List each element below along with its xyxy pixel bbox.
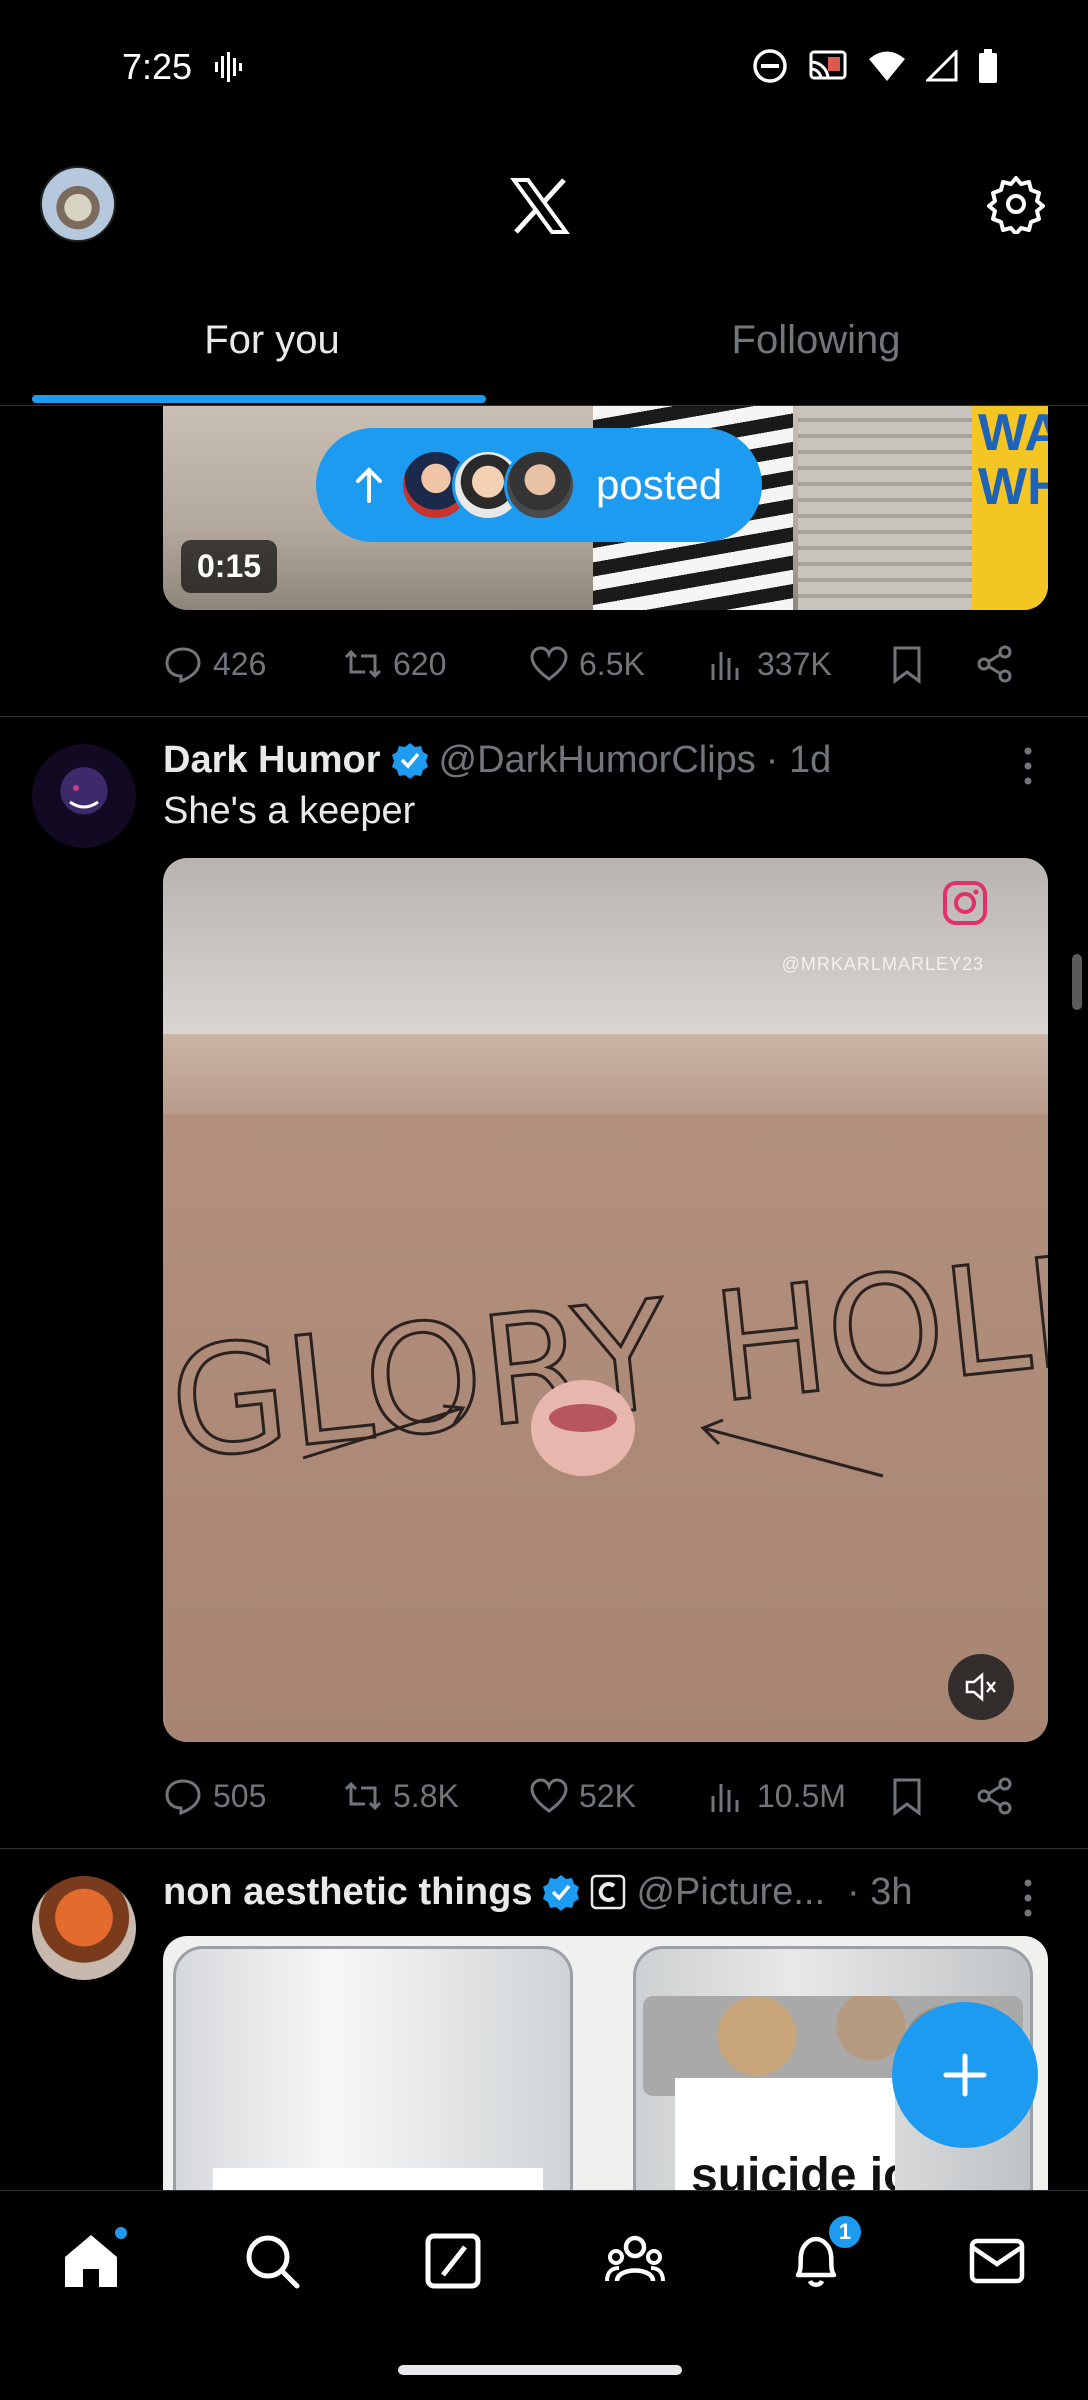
communities-icon xyxy=(604,2235,665,2282)
author-avatar[interactable] xyxy=(32,744,136,848)
repost-button[interactable]: 5.8K xyxy=(343,1776,529,1816)
views-chart-icon xyxy=(711,652,739,680)
timeline-feed[interactable]: WA WH 0:15 posted 426 620 6.5K 337K Dark… xyxy=(0,406,1088,2190)
more-options-icon[interactable] xyxy=(1020,1878,1036,1918)
jar-image xyxy=(173,1946,573,2190)
unread-dot xyxy=(112,2225,129,2241)
status-time: 7:25 xyxy=(122,46,193,87)
plus-icon xyxy=(943,2053,987,2097)
nav-search[interactable] xyxy=(242,2231,302,2291)
jar-label: suicide joke xyxy=(675,2078,895,2190)
repost-icon xyxy=(344,649,382,679)
more-options-icon[interactable] xyxy=(1020,746,1036,786)
author-handle[interactable]: @Picture... xyxy=(636,1871,825,1914)
like-button[interactable]: 6.5K xyxy=(529,644,707,684)
author-name[interactable]: Dark Humor xyxy=(163,739,381,782)
bookmark-icon xyxy=(893,646,921,684)
verified-badge-icon xyxy=(543,1875,580,1911)
post-video[interactable]: @MRKARLMARLEY23 GLORY HOLE xyxy=(163,858,1048,1742)
heart-icon xyxy=(530,1778,568,1813)
share-icon xyxy=(977,645,1012,683)
wifi-icon xyxy=(869,51,905,81)
status-bar: 7:25 xyxy=(0,0,1088,136)
share-icon xyxy=(977,1777,1012,1815)
post-divider xyxy=(0,1848,1088,1849)
x-logo-icon[interactable] xyxy=(510,176,570,236)
instagram-icon xyxy=(943,881,987,925)
bookmark-icon xyxy=(893,1778,921,1816)
reply-button[interactable]: 505 xyxy=(163,1776,343,1816)
post-divider xyxy=(0,716,1088,717)
bottom-navigation: 1 xyxy=(0,2190,1088,2400)
author-name[interactable]: non aesthetic things xyxy=(163,1871,532,1914)
signal-icon xyxy=(926,50,958,82)
author-handle[interactable]: @DarkHumorClips xyxy=(439,739,756,782)
arrow-up-icon xyxy=(356,467,382,503)
compose-post-button[interactable] xyxy=(892,2002,1038,2148)
video-watermark: @MRKARLMARLEY23 xyxy=(781,954,984,974)
bookmark-button[interactable] xyxy=(887,1776,975,1816)
share-button[interactable] xyxy=(975,644,1015,684)
nav-home[interactable] xyxy=(61,2225,129,2291)
pill-avatars xyxy=(400,449,576,521)
affiliate-badge-icon xyxy=(591,1874,626,1910)
bookmark-button[interactable] xyxy=(887,644,975,684)
heart-icon xyxy=(530,646,568,681)
app-header xyxy=(0,136,1088,276)
share-button[interactable] xyxy=(975,1776,1015,1816)
posted-label: posted xyxy=(596,461,723,508)
home-icon xyxy=(64,2235,117,2287)
video-duration: 0:15 xyxy=(181,540,278,593)
repost-icon xyxy=(344,1781,382,1811)
reply-button[interactable]: 426 xyxy=(163,644,343,684)
tab-following[interactable]: Following xyxy=(544,276,1088,405)
scrollbar-thumb[interactable] xyxy=(1072,954,1082,1010)
cast-icon xyxy=(809,50,847,80)
settings-gear-icon[interactable] xyxy=(986,174,1046,234)
sign-graphic: WA WH xyxy=(972,406,1048,610)
post-header: non aesthetic things @Picture... · 3h xyxy=(163,1864,1033,1920)
notification-count-badge: 1 xyxy=(825,2213,864,2251)
post-actions: 505 5.8K 52K 10.5M xyxy=(163,1766,1048,1826)
post-time: · 3h xyxy=(847,1870,913,1913)
handwritten-caption: GLORY HOLE xyxy=(163,1238,1048,1495)
nav-grok[interactable] xyxy=(423,2231,483,2291)
verified-badge-icon xyxy=(391,743,428,779)
views-button[interactable]: 10.5M xyxy=(707,1776,887,1816)
nav-messages[interactable] xyxy=(967,2231,1027,2291)
reply-icon xyxy=(165,647,201,684)
author-avatar[interactable] xyxy=(32,1876,136,1980)
post-header: Dark Humor @DarkHumorClips · 1d xyxy=(163,732,1033,788)
gesture-home-bar[interactable] xyxy=(398,2365,682,2375)
repost-button[interactable]: 620 xyxy=(343,644,529,684)
post-time: · 1d xyxy=(765,738,832,781)
feed-tabs: For you Following xyxy=(0,276,1088,406)
status-icons xyxy=(752,48,998,84)
views-button[interactable]: 337K xyxy=(707,644,887,684)
sound-wave-icon xyxy=(215,52,242,82)
post-text: She's a keeper xyxy=(163,790,416,832)
like-button[interactable]: 52K xyxy=(529,1776,707,1816)
avatar xyxy=(504,449,576,521)
active-tab-indicator xyxy=(32,395,486,403)
mute-toggle-button[interactable] xyxy=(948,1654,1014,1720)
post-actions: 426 620 6.5K 337K xyxy=(163,634,1048,694)
profile-avatar[interactable] xyxy=(40,166,116,242)
do-not-disturb-icon xyxy=(753,49,787,83)
tab-for-you[interactable]: For you xyxy=(0,276,544,405)
mail-icon xyxy=(970,2238,1025,2284)
views-chart-icon xyxy=(711,1784,739,1812)
reply-icon xyxy=(165,1779,201,1816)
nav-communities[interactable] xyxy=(604,2231,665,2291)
search-icon xyxy=(246,2235,300,2289)
new-posts-pill[interactable]: posted xyxy=(316,428,762,542)
grok-icon xyxy=(425,2233,481,2289)
battery-icon xyxy=(979,49,997,83)
volume-muted-icon xyxy=(965,1672,996,1702)
nav-notifications[interactable]: 1 xyxy=(786,2213,864,2291)
